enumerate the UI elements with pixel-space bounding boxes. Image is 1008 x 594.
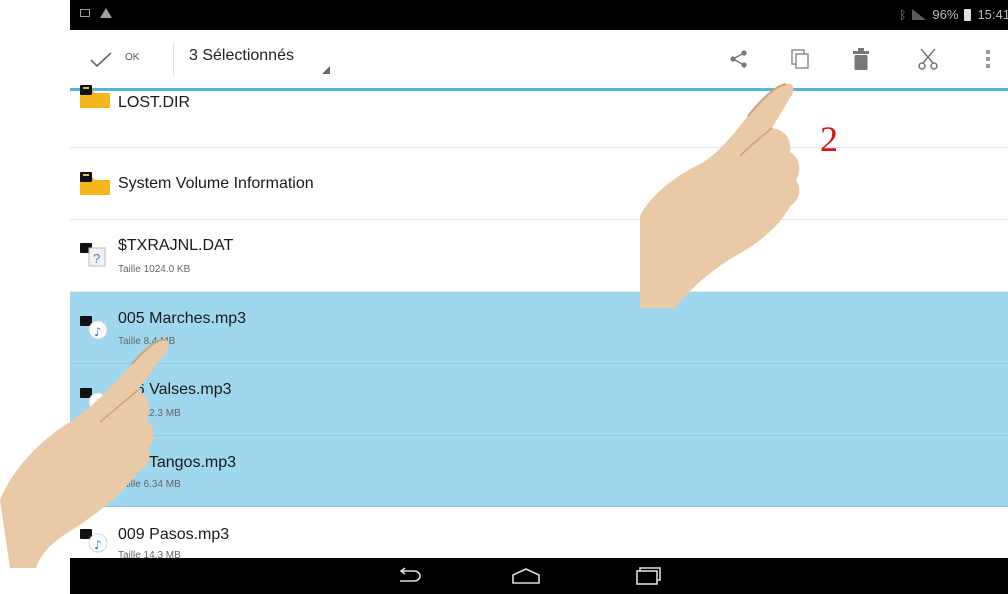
cut-button[interactable] [913, 44, 943, 74]
battery-percentage: 96% [932, 7, 959, 22]
navigation-bar [70, 558, 1008, 594]
file-row-valses[interactable]: ♪ 006 Valses.mp3 Taille 12.3 MB [70, 364, 1008, 436]
audio-file-icon: ♪ [80, 316, 108, 340]
home-icon [512, 568, 540, 584]
file-row-tangos[interactable]: ♪ 008 Tangos.mp3 Taille 6.34 MB [70, 436, 1008, 507]
back-button[interactable] [392, 564, 428, 588]
svg-text:?: ? [93, 251, 100, 266]
recent-apps-icon [636, 567, 661, 585]
file-row-system-volume[interactable]: System Volume Information [70, 148, 1008, 220]
file-name: LOST.DIR [118, 94, 191, 111]
svg-text:♪: ♪ [94, 325, 102, 339]
trash-icon [853, 48, 869, 70]
android-screen: ​ᛒ 96% 15:41 OK 3 Sélectionnés [70, 0, 1008, 594]
svg-text:♪: ♪ [94, 469, 102, 483]
bluetooth-icon: ​ᛒ [899, 7, 907, 22]
file-name: 009 Pasos.mp3 [118, 526, 230, 543]
file-size: Taille 1024.0 KB [118, 264, 191, 275]
check-icon[interactable] [90, 48, 112, 70]
dropdown-caret-icon [322, 66, 330, 74]
share-button[interactable] [724, 44, 754, 74]
file-row-lost-dir[interactable]: LOST.DIR [70, 81, 1008, 148]
file-name: 005 Marches.mp3 [118, 310, 247, 327]
scissors-icon [918, 48, 938, 70]
delete-button[interactable] [846, 44, 876, 74]
folder-icon [80, 172, 110, 195]
action-bar-divider [173, 42, 174, 76]
home-button[interactable] [508, 564, 544, 588]
warning-icon [100, 8, 112, 18]
svg-text:♪: ♪ [94, 538, 102, 552]
screenshot-icon [80, 9, 90, 17]
folder-icon [80, 85, 110, 108]
status-bar: ​ᛒ 96% 15:41 [70, 0, 1008, 30]
selection-count-dropdown[interactable]: 3 Sélectionnés [189, 47, 294, 65]
audio-file-icon: ♪ [80, 529, 108, 553]
share-icon [730, 50, 747, 68]
file-name: 008 Tangos.mp3 [118, 454, 237, 471]
step-number-annotation: 2 [820, 119, 838, 159]
file-size: Taille 8.4 MB [118, 336, 176, 347]
clock: 15:41 [977, 7, 1008, 22]
svg-text:♪: ♪ [94, 397, 102, 411]
battery-icon [964, 8, 972, 21]
signal-icon [912, 9, 927, 20]
file-name: $TXRAJNL.DAT [118, 237, 234, 254]
recent-apps-button[interactable] [630, 564, 666, 588]
file-row-marches[interactable]: ♪ 005 Marches.mp3 Taille 8.4 MB [70, 292, 1008, 364]
copy-icon [791, 49, 809, 69]
audio-file-icon: ♪ [80, 460, 108, 484]
audio-file-icon: ♪ [80, 388, 108, 412]
ok-button[interactable]: OK [125, 52, 139, 63]
file-name: 006 Valses.mp3 [118, 381, 232, 398]
back-icon [399, 567, 421, 582]
file-size: Taille 6.34 MB [118, 479, 181, 490]
overflow-menu-button[interactable] [973, 44, 1003, 74]
file-size: Taille 12.3 MB [118, 408, 181, 419]
unknown-file-icon: ? [80, 243, 106, 267]
more-vertical-icon [986, 50, 990, 68]
file-name: System Volume Information [118, 175, 314, 192]
file-row-txrajnl[interactable]: ? $TXRAJNL.DAT Taille 1024.0 KB [70, 220, 1008, 292]
copy-button[interactable] [785, 44, 815, 74]
